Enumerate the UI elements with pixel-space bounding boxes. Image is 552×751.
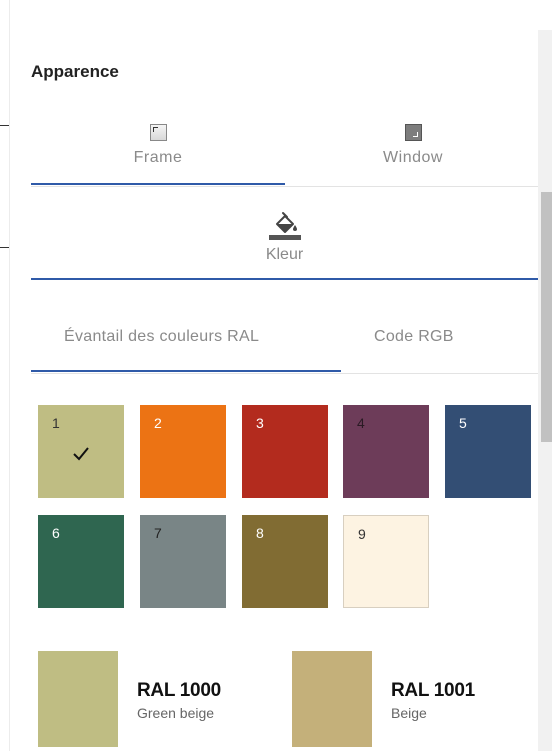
color-swatch[interactable]: 2 <box>140 405 226 498</box>
tab-window-label: Window <box>383 149 443 166</box>
scrollbar-thumb[interactable] <box>541 192 552 442</box>
result-ral-code: RAL 1000 <box>137 680 221 701</box>
swatch-number: 7 <box>154 525 162 541</box>
result-color-name: Beige <box>391 705 427 721</box>
tab-frame-label: Frame <box>133 149 183 166</box>
frame-thumbnail-icon <box>149 124 167 141</box>
swatch-number: 3 <box>256 415 264 431</box>
tab-color[interactable]: Kleur <box>31 210 538 264</box>
paint-bucket-icon <box>268 212 301 240</box>
color-swatch[interactable]: 9 <box>343 515 429 608</box>
swatch-number: 1 <box>52 415 60 431</box>
tab-frame[interactable]: Frame <box>31 124 285 167</box>
color-swatch[interactable]: 6 <box>38 515 124 608</box>
color-swatch[interactable]: 5 <box>445 405 531 498</box>
swatch-number: 4 <box>357 415 365 431</box>
color-swatch[interactable]: 3 <box>242 405 328 498</box>
swatch-number: 5 <box>459 415 467 431</box>
active-tab-indicator <box>31 183 285 185</box>
divider <box>31 186 538 187</box>
active-tab-indicator <box>31 278 538 280</box>
color-swatch[interactable]: 7 <box>140 515 226 608</box>
swatch-number: 2 <box>154 415 162 431</box>
swatch-number: 9 <box>358 526 366 542</box>
divider <box>31 373 538 374</box>
color-swatch[interactable]: 4 <box>343 405 429 498</box>
result-ral-code: RAL 1001 <box>391 680 475 701</box>
swatch-number: 8 <box>256 525 264 541</box>
active-subtab-indicator <box>31 370 341 372</box>
tab-color-label: Kleur <box>265 246 304 263</box>
tab-window[interactable]: Window <box>288 124 538 167</box>
color-swatch[interactable]: 8 <box>242 515 328 608</box>
swatch-number: 6 <box>52 525 60 541</box>
checkmark-icon <box>73 447 89 461</box>
window-thumbnail-icon <box>404 124 422 141</box>
color-swatch[interactable]: 1 <box>38 405 124 498</box>
subtab-ral-fan[interactable]: Évantail des couleurs RAL <box>64 328 259 346</box>
result-color-chip <box>38 651 118 747</box>
left-border <box>9 0 10 751</box>
page-title: Apparence <box>31 62 119 81</box>
result-color-name: Green beige <box>137 705 215 721</box>
subtab-rgb-code[interactable]: Code RGB <box>374 328 454 346</box>
result-color-chip <box>292 651 372 747</box>
